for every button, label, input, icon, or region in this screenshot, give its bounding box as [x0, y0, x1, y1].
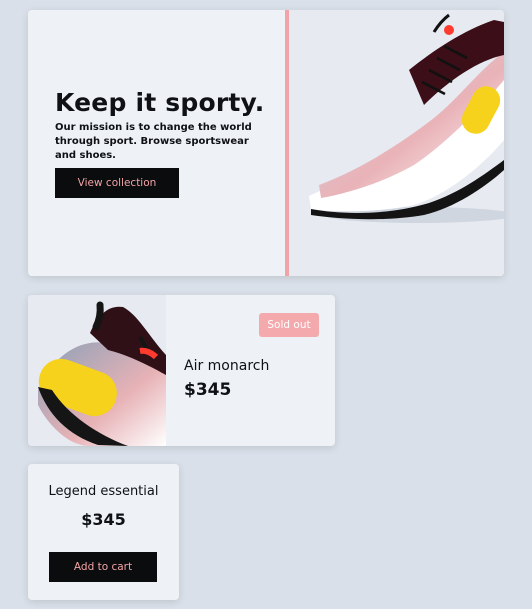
hero-shoe-image — [289, 10, 504, 276]
product-price: $345 — [184, 380, 232, 400]
hero-content: Keep it sporty. Our mission is to change… — [28, 10, 285, 276]
hero-title: Keep it sporty. — [55, 88, 265, 117]
product-name: Air monarch — [184, 358, 270, 374]
product-card: Air monarch $345 Sold out — [28, 295, 335, 446]
view-collection-button[interactable]: View collection — [55, 168, 179, 198]
sneaker-illustration — [309, 13, 504, 223]
hero-card: Keep it sporty. Our mission is to change… — [28, 10, 504, 276]
product-price: $345 — [81, 510, 126, 529]
sold-out-badge: Sold out — [259, 313, 319, 337]
sneaker-illustration — [38, 301, 166, 446]
hero-description: Our mission is to change the world throu… — [55, 122, 252, 161]
product-shoe-image — [28, 295, 166, 446]
add-to-cart-button[interactable]: Add to cart — [49, 552, 157, 582]
product-card-compact: Legend essential $345 Add to cart — [28, 464, 179, 600]
product-name: Legend essential — [48, 484, 159, 499]
